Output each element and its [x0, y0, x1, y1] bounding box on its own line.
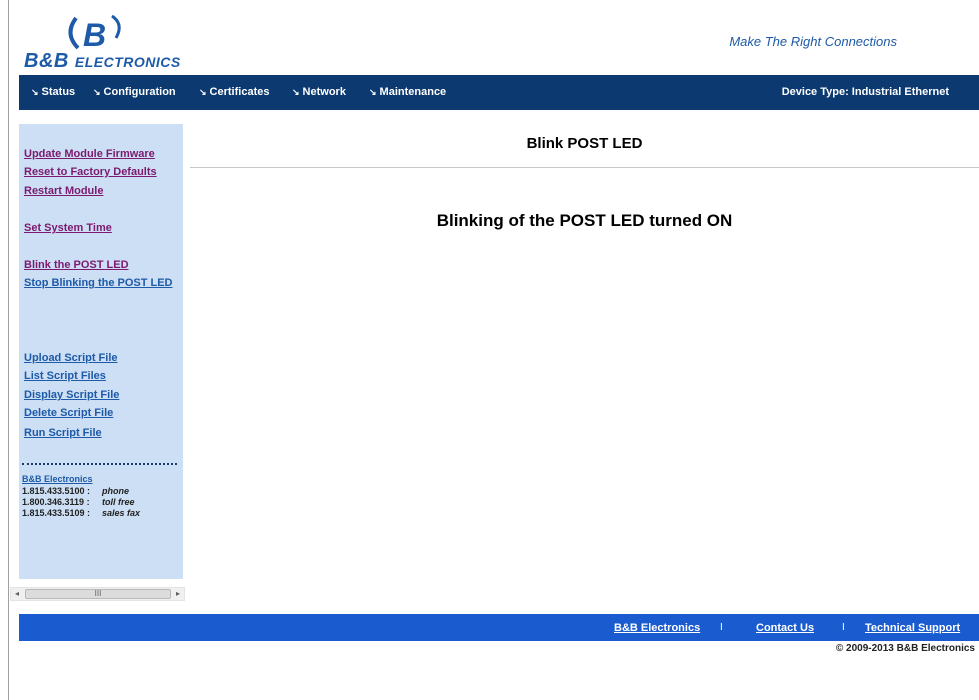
page-title: Blink POST LED [526, 135, 643, 152]
logo-text: B&B Electronics [24, 50, 181, 73]
dotted-divider [22, 463, 177, 465]
sidebar: Update Module Firmware Reset to Factory … [19, 124, 183, 579]
copyright-text: © 2009-2013 B&B Electronics [835, 643, 975, 654]
brand-logo[interactable]: B B&B Electronics [20, 12, 235, 72]
scroll-left-icon[interactable]: ◂ [11, 588, 23, 600]
nav-label: Network [302, 86, 346, 98]
contact-row-toll-free: 1.800.346.3119 : toll free [22, 497, 135, 507]
horizontal-scrollbar[interactable]: ◂ III ▸ [10, 587, 185, 601]
contact-row-phone: 1.815.433.5100 : phone [22, 486, 129, 496]
nav-item-configuration[interactable]: ↘ Configuration [93, 86, 176, 98]
sidebar-link-blink-post-led[interactable]: Blink the POST LED [24, 259, 129, 271]
nav-item-status[interactable]: ↘ Status [31, 86, 75, 98]
sidebar-link-stop-blinking[interactable]: Stop Blinking the POST LED [24, 277, 173, 289]
logo-mark-letter: B [83, 17, 106, 52]
nav-item-certificates[interactable]: ↘ Certificates [199, 86, 269, 98]
contact-number: 1.815.433.5100 : [22, 486, 91, 496]
footer-separator: I [720, 622, 723, 633]
nav-item-network[interactable]: ↘ Network [292, 86, 346, 98]
contact-company-link[interactable]: B&B Electronics [22, 474, 93, 484]
sidebar-link-delete-script[interactable]: Delete Script File [24, 407, 113, 419]
scrollbar-thumb[interactable]: III [25, 589, 171, 599]
arrow-down-right-icon: ↘ [199, 87, 207, 97]
sidebar-link-upload-script[interactable]: Upload Script File [24, 352, 118, 364]
footer-link-bb-electronics[interactable]: B&B Electronics [614, 622, 700, 634]
logo-text-rest: Electronics [74, 54, 181, 70]
sidebar-link-update-firmware[interactable]: Update Module Firmware [24, 148, 155, 160]
sidebar-link-set-system-time[interactable]: Set System Time [24, 222, 112, 234]
arrow-down-right-icon: ↘ [93, 87, 101, 97]
scroll-right-icon[interactable]: ▸ [172, 588, 184, 600]
nav-item-maintenance[interactable]: ↘ Maintenance [369, 86, 446, 98]
contact-number: 1.815.433.5109 : [22, 508, 91, 518]
contact-row-sales-fax: 1.815.433.5109 : sales fax [22, 508, 140, 518]
sidebar-link-restart-module[interactable]: Restart Module [24, 185, 103, 197]
logo-mark-icon: B [68, 14, 121, 52]
nav-label: Certificates [209, 86, 270, 98]
arrow-down-right-icon: ↘ [31, 87, 39, 97]
tagline: Make The Right Connections [729, 34, 897, 49]
nav-label: Status [41, 86, 76, 98]
contact-label: phone [102, 486, 129, 496]
arrow-down-right-icon: ↘ [292, 87, 300, 97]
footer-link-technical-support[interactable]: Technical Support [865, 622, 960, 634]
sidebar-link-display-script[interactable]: Display Script File [24, 389, 119, 401]
footer-separator: I [842, 622, 845, 633]
nav-label: Configuration [103, 86, 176, 98]
footer-link-contact-us[interactable]: Contact Us [756, 622, 814, 634]
footer-bar: B&B Electronics I Contact Us I Technical… [19, 614, 979, 641]
sidebar-link-run-script[interactable]: Run Script File [24, 427, 102, 439]
top-nav: ↘ Status ↘ Configuration ↘ Certificates ↘ Ne… [19, 75, 979, 110]
contact-label: toll free [102, 497, 135, 507]
status-message: Blinking of the POST LED turned ON [436, 211, 733, 230]
contact-label: sales fax [102, 508, 141, 518]
arrow-down-right-icon: ↘ [369, 87, 377, 97]
contact-number: 1.800.346.3119 : [22, 497, 90, 507]
logo-text-main: B&B [24, 50, 69, 72]
sidebar-link-reset-defaults[interactable]: Reset to Factory Defaults [24, 166, 157, 178]
title-divider [190, 167, 979, 168]
nav-label: Maintenance [379, 86, 447, 98]
device-type: Device Type: Industrial Ethernet [781, 86, 949, 98]
sidebar-link-list-scripts[interactable]: List Script Files [24, 370, 106, 382]
